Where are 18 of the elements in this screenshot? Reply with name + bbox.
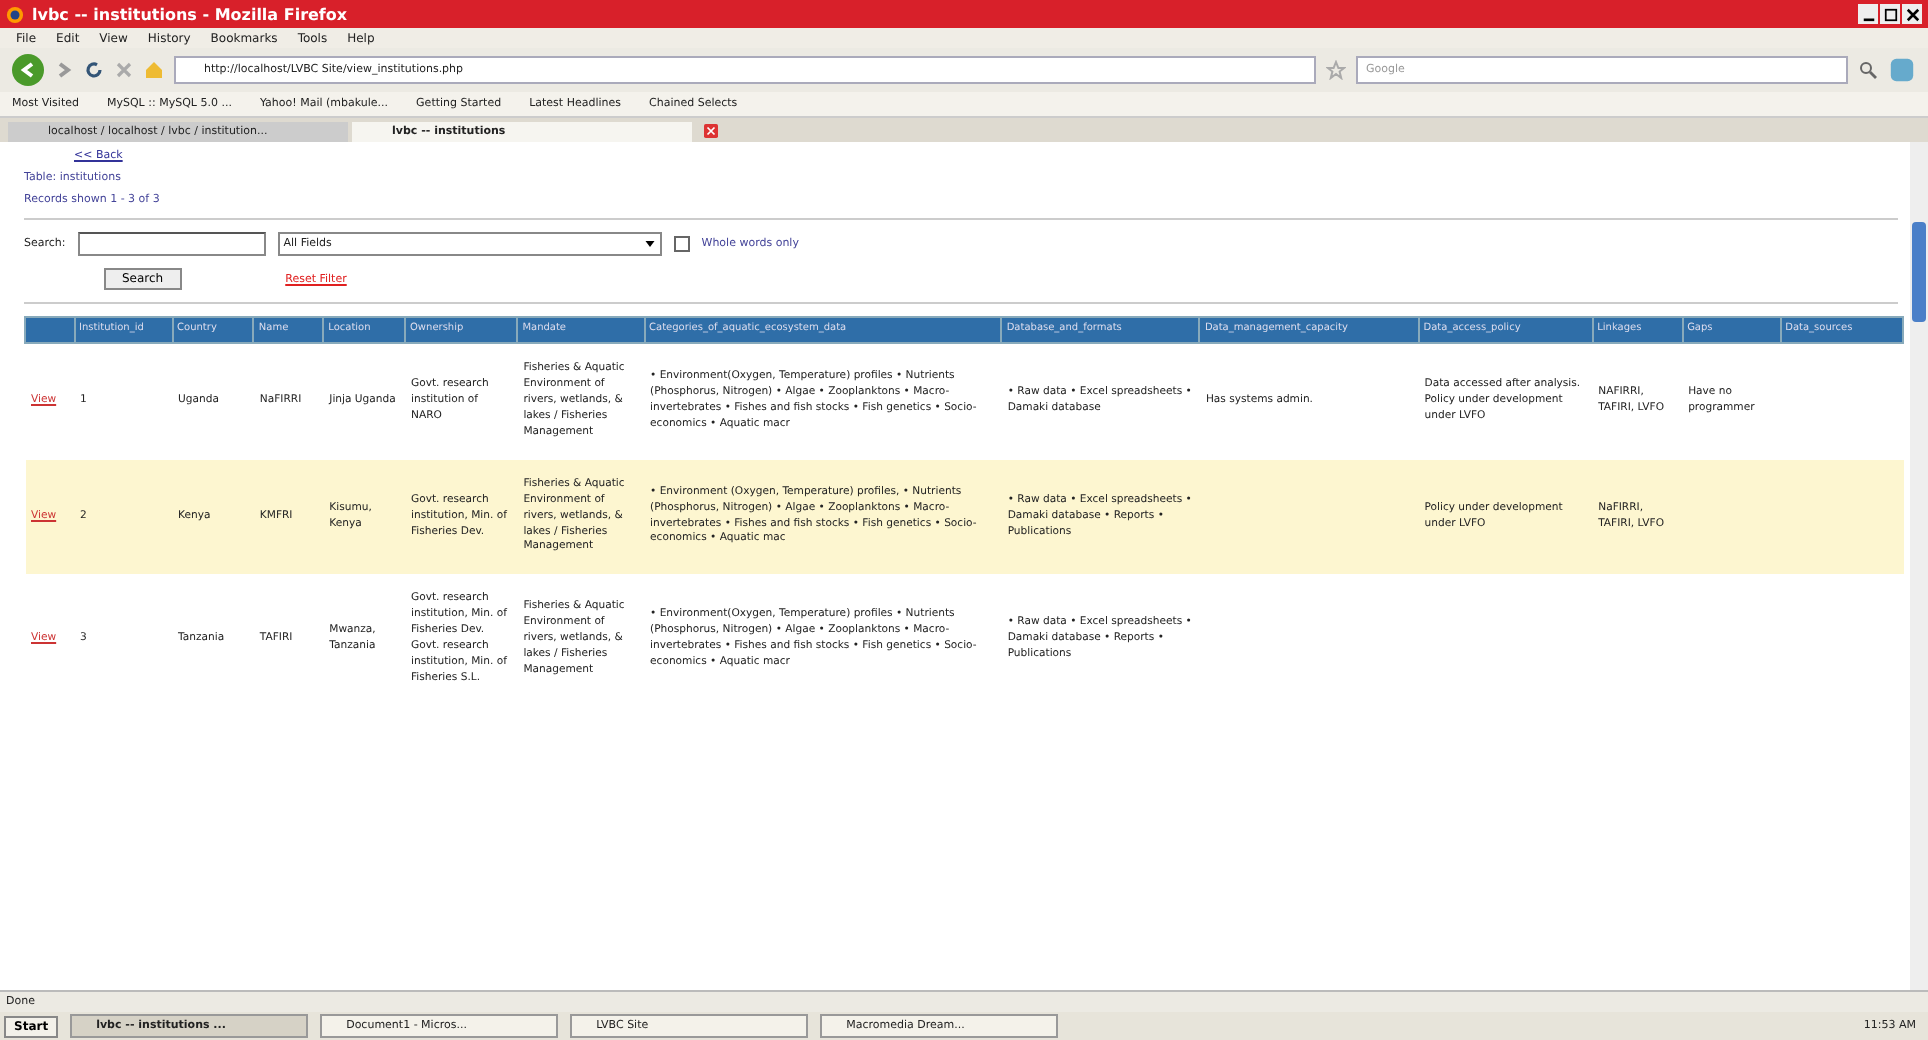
scroll-bar[interactable] [1910, 142, 1928, 990]
star-icon[interactable] [1326, 60, 1346, 80]
dropdown-arrow-icon [643, 238, 656, 250]
window-title: lvbc -- institutions - Mozilla Firefox [32, 5, 350, 23]
forward-icon[interactable] [54, 60, 74, 80]
back-icon [18, 60, 38, 80]
minimize-button[interactable] [1858, 4, 1878, 24]
close-button[interactable] [1902, 4, 1922, 24]
back-button[interactable] [12, 54, 44, 86]
browser-icon [6, 5, 24, 23]
maximize-icon [1883, 7, 1897, 21]
whole-words-checkbox[interactable] [673, 236, 690, 252]
close-tab-icon[interactable] [704, 124, 718, 138]
search-icon[interactable] [1858, 60, 1878, 80]
reload-icon[interactable] [84, 60, 104, 80]
search-input[interactable] [77, 232, 266, 256]
maximize-button[interactable] [1880, 4, 1900, 24]
close-icon [1905, 7, 1919, 21]
